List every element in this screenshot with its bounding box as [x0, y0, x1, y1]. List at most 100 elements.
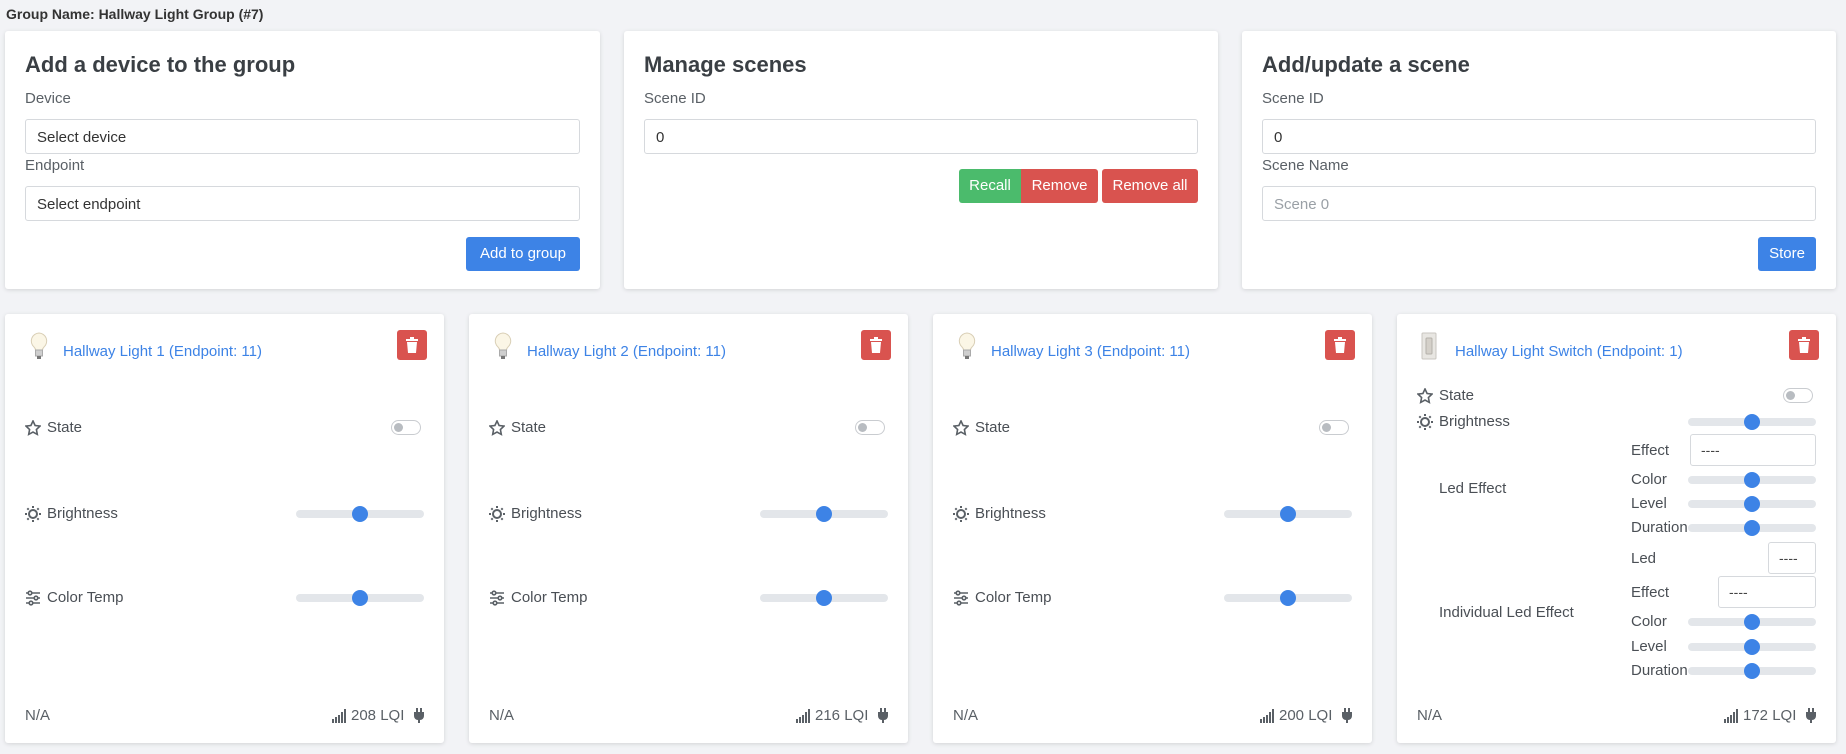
ind-color-label: Color — [1631, 613, 1667, 630]
endpoint-label: Endpoint — [25, 157, 85, 174]
bulb-icon — [958, 332, 976, 359]
manage-scenes-card: Manage scenes Scene ID 0 Recall Remove R… — [624, 31, 1218, 289]
remove-button[interactable]: Remove — [1021, 169, 1098, 203]
ind-effect-select[interactable]: ---- — [1718, 576, 1816, 608]
plug-icon — [414, 708, 424, 723]
device-title-link[interactable]: Hallway Light 2 (Endpoint: 11) — [527, 343, 726, 360]
wall-switch-icon — [1421, 332, 1437, 360]
scene-id-label: Scene ID — [644, 90, 706, 107]
scene-id-input[interactable]: 0 — [1262, 119, 1816, 154]
led-select[interactable]: ---- — [1768, 542, 1816, 574]
ind-duration-label: Duration — [1631, 662, 1688, 679]
sun-icon — [953, 506, 969, 522]
delete-device-button[interactable] — [397, 330, 427, 360]
device-card: Hallway Light 2 (Endpoint: 11) State Bri… — [469, 314, 908, 743]
signal-icon — [796, 709, 810, 723]
remove-all-button[interactable]: Remove all — [1102, 169, 1198, 203]
device-title-link[interactable]: Hallway Light 3 (Endpoint: 11) — [991, 343, 1190, 360]
sliders-icon — [954, 590, 968, 606]
color-temp-slider[interactable] — [760, 590, 888, 606]
sun-icon — [25, 506, 41, 522]
lqi-value: 208 LQI — [351, 707, 405, 724]
lqi-value: 200 LQI — [1279, 707, 1333, 724]
manage-scenes-title: Manage scenes — [644, 52, 807, 77]
color-temp-label: Color Temp — [47, 589, 124, 606]
color-temp-label: Color Temp — [975, 589, 1052, 606]
device-card-switch: Hallway Light Switch (Endpoint: 1) State… — [1397, 314, 1836, 743]
color-temp-label: Color Temp — [511, 589, 588, 606]
state-toggle[interactable] — [855, 420, 885, 435]
trash-icon — [870, 337, 882, 353]
bulb-icon — [30, 332, 48, 359]
plug-icon — [878, 708, 888, 723]
plug-icon — [1342, 708, 1352, 723]
state-toggle[interactable] — [1783, 388, 1813, 403]
color-label: Color — [1631, 471, 1667, 488]
brightness-slider[interactable] — [1224, 506, 1352, 522]
status-text: N/A — [1417, 707, 1443, 724]
add-scene-title: Add/update a scene — [1262, 52, 1470, 77]
status-text: N/A — [489, 707, 515, 724]
duration-label: Duration — [1631, 519, 1688, 536]
brightness-slider[interactable] — [760, 506, 888, 522]
endpoint-select[interactable]: Select endpoint — [25, 186, 580, 221]
brightness-slider[interactable] — [1688, 414, 1816, 430]
device-card: Hallway Light 1 (Endpoint: 11) State Bri… — [5, 314, 444, 743]
state-label: State — [1439, 387, 1475, 404]
delete-device-button[interactable] — [861, 330, 891, 360]
duration-slider[interactable] — [1688, 520, 1816, 536]
plug-icon — [1806, 708, 1816, 723]
color-temp-slider[interactable] — [1224, 590, 1352, 606]
sun-icon — [1417, 414, 1433, 430]
ind-level-slider[interactable] — [1688, 639, 1816, 655]
effect-label: Effect — [1631, 442, 1670, 459]
state-toggle[interactable] — [1319, 420, 1349, 435]
bulb-icon — [494, 332, 512, 359]
device-label: Device — [25, 90, 71, 107]
individual-led-effect-label: Individual Led Effect — [1439, 604, 1574, 621]
sliders-icon — [490, 590, 504, 606]
level-slider[interactable] — [1688, 496, 1816, 512]
ind-color-slider[interactable] — [1688, 614, 1816, 630]
star-icon — [1417, 388, 1433, 404]
color-temp-slider[interactable] — [296, 590, 424, 606]
recall-button[interactable]: Recall — [959, 169, 1021, 203]
brightness-slider[interactable] — [296, 506, 424, 522]
star-icon — [489, 420, 505, 436]
led-effect-label: Led Effect — [1439, 480, 1507, 497]
add-scene-card: Add/update a scene Scene ID 0 Scene Name… — [1242, 31, 1836, 289]
scene-id-input[interactable]: 0 — [644, 119, 1198, 154]
trash-icon — [1798, 337, 1810, 353]
add-device-title: Add a device to the group — [25, 52, 296, 77]
device-title-link[interactable]: Hallway Light Switch (Endpoint: 1) — [1455, 343, 1683, 360]
level-label: Level — [1631, 495, 1667, 512]
ind-duration-slider[interactable] — [1688, 663, 1816, 679]
sun-icon — [489, 506, 505, 522]
sliders-icon — [26, 590, 40, 606]
state-label: State — [511, 419, 547, 436]
state-toggle[interactable] — [391, 420, 421, 435]
signal-icon — [1724, 709, 1738, 723]
store-button[interactable]: Store — [1758, 237, 1816, 271]
add-device-card: Add a device to the group Device Select … — [5, 31, 600, 289]
brightness-label: Brightness — [47, 505, 118, 522]
brightness-label: Brightness — [1439, 413, 1510, 430]
star-icon — [953, 420, 969, 436]
state-label: State — [975, 419, 1011, 436]
status-text: N/A — [25, 707, 51, 724]
signal-icon — [332, 709, 346, 723]
brightness-label: Brightness — [975, 505, 1046, 522]
star-icon — [25, 420, 41, 436]
add-to-group-button[interactable]: Add to group — [466, 237, 580, 271]
lqi-value: 172 LQI — [1743, 707, 1797, 724]
delete-device-button[interactable] — [1789, 330, 1819, 360]
ind-effect-label: Effect — [1631, 584, 1670, 601]
scene-name-input[interactable]: Scene 0 — [1262, 186, 1816, 221]
scene-name-label: Scene Name — [1262, 157, 1349, 174]
brightness-label: Brightness — [511, 505, 582, 522]
device-title-link[interactable]: Hallway Light 1 (Endpoint: 11) — [63, 343, 262, 360]
color-slider[interactable] — [1688, 472, 1816, 488]
delete-device-button[interactable] — [1325, 330, 1355, 360]
effect-select[interactable]: ---- — [1690, 434, 1816, 466]
device-select[interactable]: Select device — [25, 119, 580, 154]
